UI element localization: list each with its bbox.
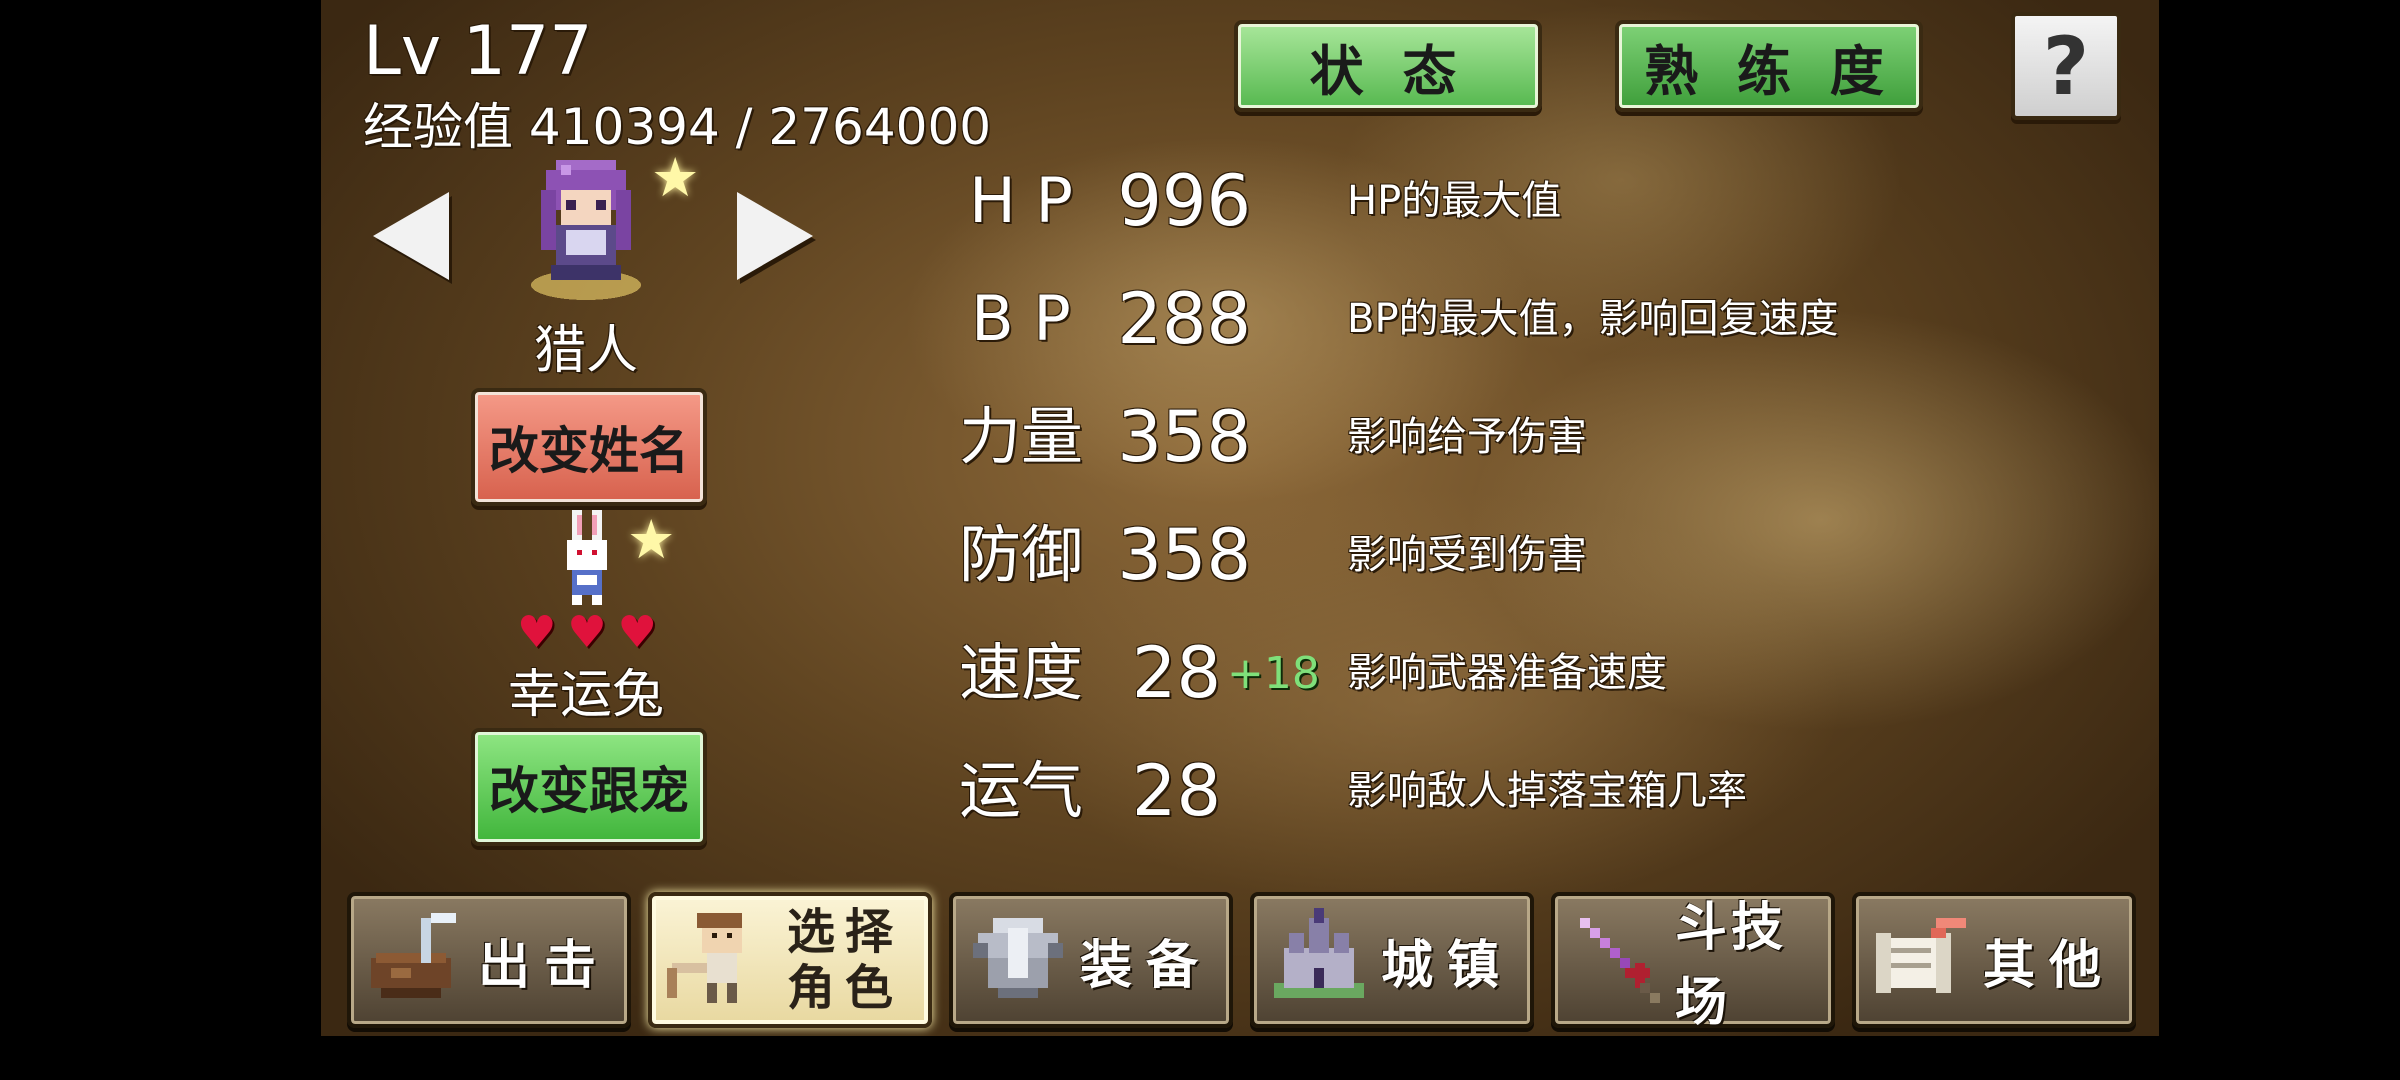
stat-row-bp: B P 288 BP的最大值，影响回复速度 <box>951 274 2051 364</box>
rename-button-label: 改变姓名 <box>489 422 689 480</box>
hunter-character-sprite <box>531 160 641 300</box>
heart-icon: ♥ <box>567 607 607 658</box>
sword-icon <box>1580 918 1660 1003</box>
heart-icon: ♥ <box>517 607 557 658</box>
tab-status-label: 状 态 <box>1309 39 1467 103</box>
help-icon: ? <box>2042 19 2090 113</box>
stat-value: 358 <box>1117 514 1251 596</box>
stat-description: BP的最大值，影响回复速度 <box>1347 296 1839 342</box>
nav-select-character-label-line: 选择 <box>786 904 903 960</box>
tab-proficiency[interactable]: 熟 练 度 <box>1615 20 1923 112</box>
game-screen: Lv 177 经验值 410394 / 2764000 状 态 熟 练 度 ? … <box>321 0 2159 1036</box>
heart-icon: ♥ <box>617 607 657 658</box>
stat-description: 影响受到伤害 <box>1347 532 1587 578</box>
prev-character-arrow-icon[interactable] <box>373 192 449 280</box>
stat-row-defense: 防御 358 影响受到伤害 <box>951 510 2051 600</box>
scroll-icon <box>1876 918 1966 993</box>
stat-description: HP的最大值 <box>1347 178 1562 224</box>
nav-other-button[interactable]: 其他 <box>1852 892 2136 1028</box>
nav-town-label: 城镇 <box>1380 935 1513 996</box>
stat-value: 996 <box>1117 160 1251 242</box>
pet-name: 幸运兔 <box>507 665 664 725</box>
castle-icon <box>1274 908 1364 998</box>
lucky-rabbit-pet-sprite <box>567 510 607 605</box>
character-star-icon: ★ <box>651 146 700 209</box>
stat-row-speed: 速度 28 +18 影响武器准备速度 <box>951 628 2051 718</box>
stat-row-hp: H P 996 HP的最大值 <box>951 156 2051 246</box>
stat-value: 28 <box>1131 750 1221 832</box>
stat-value: 28 <box>1131 632 1221 714</box>
next-character-arrow-icon[interactable] <box>737 192 813 280</box>
stat-value: 358 <box>1117 396 1251 478</box>
tab-status[interactable]: 状 态 <box>1234 20 1542 112</box>
character-select-icon <box>667 913 742 1003</box>
nav-sortie-label: 出击 <box>477 935 610 996</box>
nav-arena-button[interactable]: 斗技场 <box>1551 892 1835 1033</box>
stat-label: 防御 <box>958 518 1083 591</box>
stat-label: B P <box>971 282 1071 355</box>
nav-select-character-button[interactable]: 选择 角色 <box>648 892 932 1028</box>
stat-row-luck: 运气 28 影响敌人掉落宝箱几率 <box>951 746 2051 836</box>
nav-town-button[interactable]: 城镇 <box>1250 892 1534 1028</box>
nav-select-character-label: 选择 角色 <box>772 896 918 1024</box>
stat-description: 影响给予伤害 <box>1347 414 1587 460</box>
stat-value: 288 <box>1117 278 1251 360</box>
armor-icon <box>973 918 1063 998</box>
character-name: 猎人 <box>533 321 638 381</box>
nav-sortie-button[interactable]: 出击 <box>347 892 631 1028</box>
stat-description: 影响敌人掉落宝箱几率 <box>1347 768 1747 814</box>
pot-icon <box>371 913 456 998</box>
nav-equipment-label: 装备 <box>1079 935 1212 996</box>
level-display: Lv 177 <box>363 12 593 91</box>
nav-arena-label: 斗技场 <box>1675 898 1788 1033</box>
stat-description: 影响武器准备速度 <box>1347 650 1667 696</box>
pet-star-icon: ★ <box>627 508 676 571</box>
stat-label: 力量 <box>958 400 1083 473</box>
stat-bonus: +18 <box>1227 648 1320 699</box>
help-button[interactable]: ? <box>2011 12 2121 120</box>
tab-proficiency-label: 熟 练 度 <box>1644 39 1894 103</box>
nav-other-label: 其他 <box>1982 935 2115 996</box>
stat-row-power: 力量 358 影响给予伤害 <box>951 392 2051 482</box>
stat-label: 运气 <box>958 754 1083 827</box>
rename-button[interactable]: 改变姓名 <box>471 388 707 506</box>
pet-hearts: ♥ ♥ ♥ <box>517 608 657 658</box>
nav-select-character-label-line: 角色 <box>786 960 903 1016</box>
stat-label: H P <box>969 164 1073 237</box>
stat-label: 速度 <box>958 636 1083 709</box>
nav-equipment-button[interactable]: 装备 <box>949 892 1233 1028</box>
change-pet-button-label: 改变跟宠 <box>489 762 689 820</box>
change-pet-button[interactable]: 改变跟宠 <box>471 728 707 846</box>
